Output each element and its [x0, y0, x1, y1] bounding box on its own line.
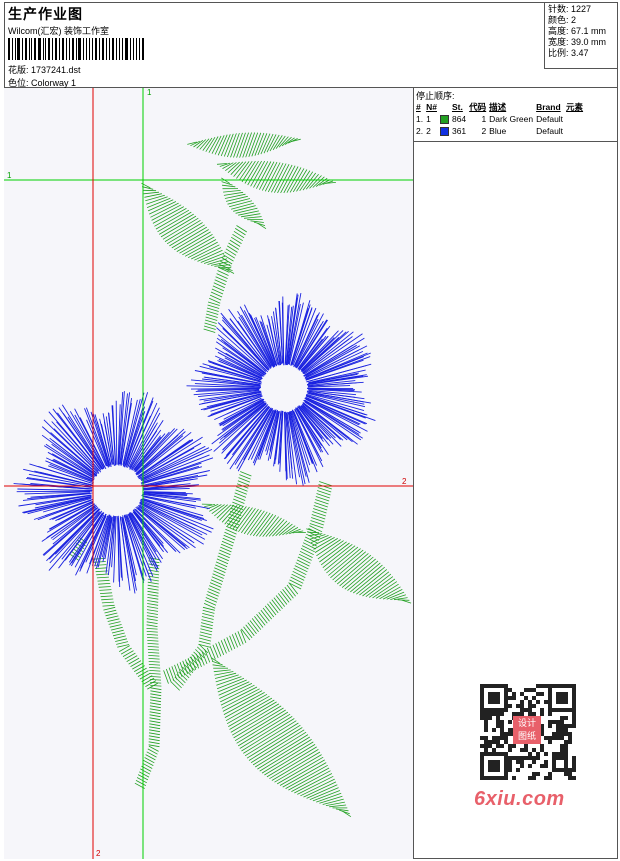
barcode-bar [112, 38, 114, 60]
table-row[interactable]: 2. 2 361 2 Blue Default [416, 125, 586, 137]
col-st: St. [451, 102, 463, 112]
barcode-bar [82, 38, 84, 60]
design-height: 高度: 67.1 mm [548, 26, 607, 36]
barcode-bar [14, 38, 16, 60]
design-file: 花版: 1737241.dst [8, 65, 81, 75]
watermark: 设计 图纸 6xiu.com [470, 680, 586, 810]
watermark-site: 6xiu.com [474, 788, 565, 810]
barcode-bar [54, 38, 58, 60]
barcode-bar [38, 38, 41, 60]
stitch-count: 针数: 1227 [548, 4, 592, 14]
barcode-bar [121, 38, 124, 60]
barcode-bar [34, 38, 37, 60]
barcode-bar [48, 38, 51, 60]
row-st: 1 [481, 114, 487, 124]
row-brand: Default [536, 126, 564, 136]
barcode-bar [45, 38, 47, 60]
barcode-bar [136, 38, 138, 60]
header: 生产作业图 Wilcom(汇宏) 装饰工作室 花版: 1737241.dst 色… [4, 2, 618, 88]
barcode-bar [139, 38, 141, 60]
barcode-bar [8, 38, 10, 60]
studio-name: Wilcom(汇宏) 装饰工作室 [8, 26, 109, 36]
barcode-bar [92, 38, 94, 60]
barcode-bar [98, 38, 100, 60]
col-brand: Brand [536, 102, 561, 112]
design-canvas[interactable]: 1 1 2 2 [4, 88, 414, 859]
row-element [566, 113, 586, 125]
barcode-bar [109, 38, 111, 60]
stop-sequence-panel: 停止顺序: # N# St. 代码 描述 Brand 元素 1. 1 864 1… [414, 88, 618, 142]
embroidery-preview: 1 1 2 2 [4, 88, 413, 859]
design-width: 宽度: 39.0 mm [548, 37, 607, 47]
row-index: 2. [416, 126, 424, 136]
barcode-bar [17, 38, 21, 60]
guide-label-right: 2 [402, 477, 407, 486]
table-row[interactable]: 1. 1 864 1 Dark Green Default [416, 113, 586, 125]
green-stitching [69, 132, 412, 818]
barcode-bar [142, 38, 144, 60]
barcode-bar [28, 38, 30, 60]
page-title: 生产作业图 [8, 6, 83, 22]
row-n: 1 [426, 114, 431, 124]
row-code: 361 [451, 126, 467, 136]
row-swatch [439, 125, 452, 137]
barcode-bar [42, 38, 44, 60]
stop-sequence-table: # N# St. 代码 描述 Brand 元素 1. 1 864 1 Dark … [416, 101, 586, 137]
col-swatch [440, 101, 452, 113]
row-element [566, 125, 586, 137]
barcode-bar [106, 38, 108, 60]
row-st: 2 [481, 126, 487, 136]
color-swatch [439, 115, 449, 125]
barcode-bar [68, 38, 70, 60]
guide-label-bottom: 2 [96, 849, 101, 858]
barcode-bar [22, 38, 23, 60]
barcode-bar [118, 38, 120, 60]
row-code: 864 [451, 114, 467, 124]
barcode-bar [52, 38, 53, 60]
guide-label-left: 1 [7, 171, 12, 180]
col-n: N# [426, 102, 437, 112]
barcode-bar [78, 38, 81, 60]
barcode-bar [132, 38, 135, 60]
guide-label-top: 1 [147, 88, 152, 97]
col-code: 代码 [469, 102, 487, 112]
design-scale: 比例: 3.47 [548, 48, 589, 58]
barcode-bar [95, 38, 97, 60]
row-desc: Blue [489, 126, 507, 136]
barcode [8, 38, 146, 60]
barcode-bar [24, 38, 27, 60]
stats-panel: 针数: 1227 颜色: 2 高度: 67.1 mm 宽度: 39.0 mm 比… [544, 2, 618, 69]
row-n: 2 [426, 126, 431, 136]
color-swatch [439, 127, 449, 137]
barcode-bar [85, 38, 87, 60]
barcode-bar [115, 38, 117, 60]
barcode-bar [11, 38, 13, 60]
table-header-row: # N# St. 代码 描述 Brand 元素 [416, 101, 586, 113]
barcode-bar [125, 38, 128, 60]
barcode-bar [129, 38, 131, 60]
row-swatch [439, 113, 452, 125]
barcode-bar [62, 38, 65, 60]
barcode-bar [66, 38, 67, 60]
barcode-bar [71, 38, 74, 60]
barcode-bar [88, 38, 91, 60]
col-element: 元素 [566, 102, 584, 112]
row-desc: Dark Green [489, 114, 534, 124]
col-index: # [416, 102, 421, 112]
barcode-bar [31, 38, 33, 60]
color-count: 颜色: 2 [548, 15, 577, 25]
barcode-bar [75, 38, 77, 60]
row-index: 1. [416, 114, 424, 124]
row-brand: Default [536, 114, 564, 124]
barcode-bar [101, 38, 105, 60]
barcode-bar [59, 38, 61, 60]
qr-logo: 设计 图纸 [513, 716, 541, 744]
guide-lines: 1 1 2 2 [4, 88, 413, 859]
col-desc: 描述 [489, 102, 507, 112]
